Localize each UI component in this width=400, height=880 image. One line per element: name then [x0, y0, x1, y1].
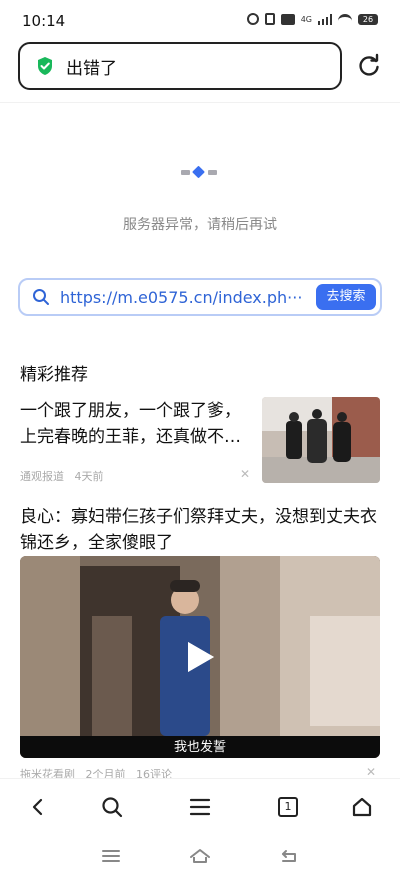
security-shield-icon	[38, 57, 52, 75]
status-time: 10:14	[22, 12, 66, 30]
network-type-label: 4G	[300, 14, 312, 24]
article-meta: 通观报道 4天前	[20, 468, 104, 484]
alarm-icon	[246, 13, 259, 25]
menu-icon	[189, 798, 211, 816]
vibrate-icon	[264, 13, 275, 25]
search-url-text[interactable]: https://m.e0575.cn/index.ph···	[60, 288, 306, 307]
recommend-section-title: 精彩推荐	[20, 365, 88, 385]
home-nav-icon[interactable]	[189, 846, 211, 866]
battery-icon: 26	[358, 13, 378, 25]
article-video[interactable]: 我也发誓	[20, 556, 380, 758]
signal-icon	[318, 13, 332, 25]
hd-icon	[280, 13, 295, 25]
recent-apps-icon[interactable]	[100, 846, 122, 866]
refresh-icon[interactable]	[355, 52, 383, 80]
search-button[interactable]: 去搜索	[316, 284, 376, 310]
play-icon[interactable]	[20, 556, 380, 758]
menu-button[interactable]	[186, 793, 214, 821]
loading-dots-icon	[181, 166, 217, 178]
back-nav-icon[interactable]	[278, 846, 300, 866]
article-title[interactable]: 一个跟了朋友，一个跟了爹，上完春晚的王菲，还真做不…	[20, 398, 252, 450]
bottom-toolbar: 1	[0, 778, 400, 834]
address-bar[interactable]: 出错了	[18, 42, 342, 90]
status-bar: 10:14 4G 26	[0, 0, 400, 40]
home-button[interactable]	[348, 793, 376, 821]
back-button[interactable]	[24, 793, 52, 821]
search-icon	[33, 289, 49, 305]
article-time: 4天前	[74, 470, 104, 483]
search-icon	[102, 797, 123, 818]
page-title: 出错了	[66, 58, 117, 79]
back-arrow-icon	[32, 798, 43, 816]
wifi-icon	[338, 13, 352, 25]
article-source: 通观报道	[20, 470, 64, 483]
dismiss-icon[interactable]: ✕	[240, 467, 250, 481]
error-message: 服务器异常，请稍后再试	[123, 217, 277, 233]
dismiss-icon[interactable]: ✕	[366, 765, 376, 779]
status-icons: 4G 26	[246, 13, 378, 25]
home-icon	[352, 797, 372, 817]
tabs-button[interactable]: 1	[274, 793, 302, 821]
system-nav-bar	[0, 834, 400, 880]
search-bar[interactable]: https://m.e0575.cn/index.ph··· 去搜索	[18, 278, 382, 316]
tabs-icon: 1	[278, 797, 298, 817]
header-divider	[0, 102, 400, 103]
article-title[interactable]: 良心：寡妇带仨孩子们祭拜丈夫，没想到丈夫衣锦还乡，全家傻眼了	[20, 504, 382, 556]
search-toolbar-button[interactable]	[98, 793, 126, 821]
article-thumbnail[interactable]	[262, 397, 380, 483]
tab-count: 1	[284, 800, 292, 813]
